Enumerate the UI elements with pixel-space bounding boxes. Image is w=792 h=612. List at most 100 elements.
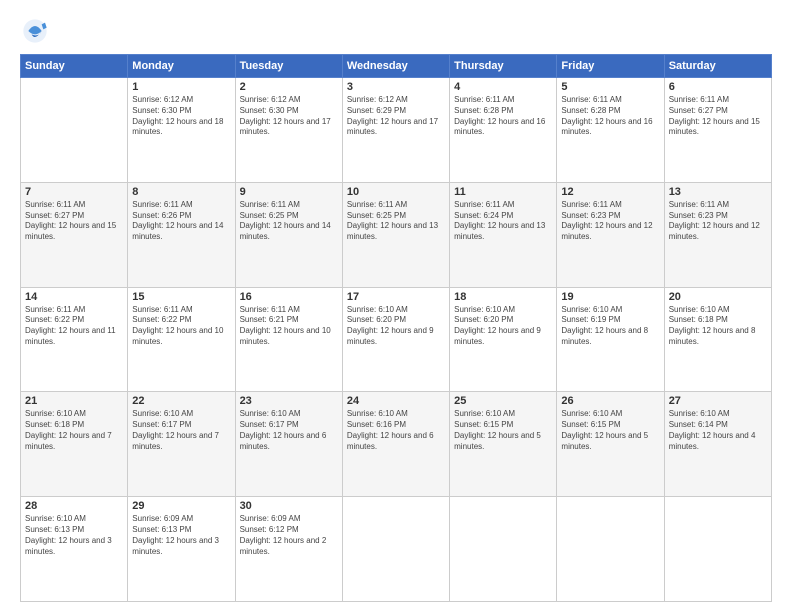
day-number: 8 xyxy=(132,186,230,198)
day-info: Sunrise: 6:09 AMSunset: 6:13 PMDaylight:… xyxy=(132,514,230,557)
day-number: 24 xyxy=(347,395,445,407)
day-info: Sunrise: 6:10 AMSunset: 6:17 PMDaylight:… xyxy=(132,409,230,452)
calendar-header-friday: Friday xyxy=(557,55,664,78)
day-info: Sunrise: 6:12 AMSunset: 6:29 PMDaylight:… xyxy=(347,95,445,138)
day-info: Sunrise: 6:11 AMSunset: 6:24 PMDaylight:… xyxy=(454,200,552,243)
day-info: Sunrise: 6:12 AMSunset: 6:30 PMDaylight:… xyxy=(240,95,338,138)
day-info: Sunrise: 6:11 AMSunset: 6:23 PMDaylight:… xyxy=(669,200,767,243)
day-info: Sunrise: 6:10 AMSunset: 6:16 PMDaylight:… xyxy=(347,409,445,452)
calendar-header-thursday: Thursday xyxy=(450,55,557,78)
day-info: Sunrise: 6:09 AMSunset: 6:12 PMDaylight:… xyxy=(240,514,338,557)
day-number: 25 xyxy=(454,395,552,407)
calendar-cell: 4 Sunrise: 6:11 AMSunset: 6:28 PMDaylight… xyxy=(450,78,557,183)
day-number: 23 xyxy=(240,395,338,407)
day-info: Sunrise: 6:10 AMSunset: 6:20 PMDaylight:… xyxy=(454,305,552,348)
calendar-header-saturday: Saturday xyxy=(664,55,771,78)
day-info: Sunrise: 6:11 AMSunset: 6:27 PMDaylight:… xyxy=(25,200,123,243)
calendar-cell: 15 Sunrise: 6:11 AMSunset: 6:22 PMDayligh… xyxy=(128,287,235,392)
day-info: Sunrise: 6:11 AMSunset: 6:22 PMDaylight:… xyxy=(25,305,123,348)
day-number: 16 xyxy=(240,291,338,303)
day-number: 27 xyxy=(669,395,767,407)
logo-icon xyxy=(20,16,50,46)
calendar-cell: 13 Sunrise: 6:11 AMSunset: 6:23 PMDayligh… xyxy=(664,182,771,287)
day-info: Sunrise: 6:10 AMSunset: 6:15 PMDaylight:… xyxy=(454,409,552,452)
calendar-cell: 2 Sunrise: 6:12 AMSunset: 6:30 PMDaylight… xyxy=(235,78,342,183)
day-info: Sunrise: 6:11 AMSunset: 6:26 PMDaylight:… xyxy=(132,200,230,243)
day-number: 6 xyxy=(669,81,767,93)
day-info: Sunrise: 6:10 AMSunset: 6:20 PMDaylight:… xyxy=(347,305,445,348)
calendar-cell: 14 Sunrise: 6:11 AMSunset: 6:22 PMDayligh… xyxy=(21,287,128,392)
calendar-cell: 18 Sunrise: 6:10 AMSunset: 6:20 PMDayligh… xyxy=(450,287,557,392)
calendar-cell xyxy=(342,497,449,602)
day-number: 7 xyxy=(25,186,123,198)
calendar-cell: 27 Sunrise: 6:10 AMSunset: 6:14 PMDayligh… xyxy=(664,392,771,497)
calendar-cell: 30 Sunrise: 6:09 AMSunset: 6:12 PMDayligh… xyxy=(235,497,342,602)
day-info: Sunrise: 6:11 AMSunset: 6:25 PMDaylight:… xyxy=(347,200,445,243)
day-number: 22 xyxy=(132,395,230,407)
day-info: Sunrise: 6:11 AMSunset: 6:28 PMDaylight:… xyxy=(561,95,659,138)
calendar-cell: 26 Sunrise: 6:10 AMSunset: 6:15 PMDayligh… xyxy=(557,392,664,497)
day-number: 30 xyxy=(240,500,338,512)
calendar-cell xyxy=(21,78,128,183)
calendar-cell: 7 Sunrise: 6:11 AMSunset: 6:27 PMDaylight… xyxy=(21,182,128,287)
calendar-cell: 6 Sunrise: 6:11 AMSunset: 6:27 PMDaylight… xyxy=(664,78,771,183)
day-info: Sunrise: 6:11 AMSunset: 6:27 PMDaylight:… xyxy=(669,95,767,138)
header xyxy=(20,16,772,46)
day-info: Sunrise: 6:10 AMSunset: 6:14 PMDaylight:… xyxy=(669,409,767,452)
day-number: 14 xyxy=(25,291,123,303)
day-number: 5 xyxy=(561,81,659,93)
page: SundayMondayTuesdayWednesdayThursdayFrid… xyxy=(0,0,792,612)
day-number: 17 xyxy=(347,291,445,303)
calendar-week-4: 21Sunrise: 6:10 AMSunset: 6:18 PMDayligh… xyxy=(21,392,772,497)
calendar-cell: 1 Sunrise: 6:12 AMSunset: 6:30 PMDaylight… xyxy=(128,78,235,183)
calendar-cell: 20 Sunrise: 6:10 AMSunset: 6:18 PMDayligh… xyxy=(664,287,771,392)
calendar-cell xyxy=(450,497,557,602)
day-number: 10 xyxy=(347,186,445,198)
day-number: 2 xyxy=(240,81,338,93)
day-info: Sunrise: 6:11 AMSunset: 6:28 PMDaylight:… xyxy=(454,95,552,138)
day-number: 4 xyxy=(454,81,552,93)
day-number: 19 xyxy=(561,291,659,303)
day-info: Sunrise: 6:11 AMSunset: 6:22 PMDaylight:… xyxy=(132,305,230,348)
day-number: 1 xyxy=(132,81,230,93)
day-info: Sunrise: 6:10 AMSunset: 6:17 PMDaylight:… xyxy=(240,409,338,452)
day-info: Sunrise: 6:10 AMSunset: 6:18 PMDaylight:… xyxy=(669,305,767,348)
calendar-cell: 23 Sunrise: 6:10 AMSunset: 6:17 PMDayligh… xyxy=(235,392,342,497)
calendar-cell: 29Sunrise: 6:09 AMSunset: 6:13 PMDayligh… xyxy=(128,497,235,602)
calendar-cell: 10 Sunrise: 6:11 AMSunset: 6:25 PMDayligh… xyxy=(342,182,449,287)
calendar-week-3: 14 Sunrise: 6:11 AMSunset: 6:22 PMDayligh… xyxy=(21,287,772,392)
day-number: 12 xyxy=(561,186,659,198)
day-number: 20 xyxy=(669,291,767,303)
day-info: Sunrise: 6:11 AMSunset: 6:23 PMDaylight:… xyxy=(561,200,659,243)
day-number: 11 xyxy=(454,186,552,198)
day-number: 21 xyxy=(25,395,123,407)
calendar-header-sunday: Sunday xyxy=(21,55,128,78)
day-number: 13 xyxy=(669,186,767,198)
day-info: Sunrise: 6:11 AMSunset: 6:25 PMDaylight:… xyxy=(240,200,338,243)
calendar-table: SundayMondayTuesdayWednesdayThursdayFrid… xyxy=(20,54,772,602)
day-number: 15 xyxy=(132,291,230,303)
calendar-cell: 5 Sunrise: 6:11 AMSunset: 6:28 PMDaylight… xyxy=(557,78,664,183)
calendar-cell: 28 Sunrise: 6:10 AMSunset: 6:13 PMDayligh… xyxy=(21,497,128,602)
calendar-cell: 12 Sunrise: 6:11 AMSunset: 6:23 PMDayligh… xyxy=(557,182,664,287)
calendar-header-row: SundayMondayTuesdayWednesdayThursdayFrid… xyxy=(21,55,772,78)
calendar-week-2: 7 Sunrise: 6:11 AMSunset: 6:27 PMDaylight… xyxy=(21,182,772,287)
day-info: Sunrise: 6:12 AMSunset: 6:30 PMDaylight:… xyxy=(132,95,230,138)
day-info: Sunrise: 6:10 AMSunset: 6:15 PMDaylight:… xyxy=(561,409,659,452)
day-number: 18 xyxy=(454,291,552,303)
calendar-cell: 3Sunrise: 6:12 AMSunset: 6:29 PMDaylight… xyxy=(342,78,449,183)
calendar-cell: 21Sunrise: 6:10 AMSunset: 6:18 PMDayligh… xyxy=(21,392,128,497)
day-number: 28 xyxy=(25,500,123,512)
calendar-header-monday: Monday xyxy=(128,55,235,78)
day-number: 9 xyxy=(240,186,338,198)
calendar-week-5: 28 Sunrise: 6:10 AMSunset: 6:13 PMDayligh… xyxy=(21,497,772,602)
calendar-cell: 22 Sunrise: 6:10 AMSunset: 6:17 PMDayligh… xyxy=(128,392,235,497)
calendar-cell: 8 Sunrise: 6:11 AMSunset: 6:26 PMDaylight… xyxy=(128,182,235,287)
calendar-cell: 19Sunrise: 6:10 AMSunset: 6:19 PMDayligh… xyxy=(557,287,664,392)
logo xyxy=(20,16,54,46)
calendar-header-tuesday: Tuesday xyxy=(235,55,342,78)
day-info: Sunrise: 6:10 AMSunset: 6:13 PMDaylight:… xyxy=(25,514,123,557)
day-number: 26 xyxy=(561,395,659,407)
calendar-cell: 9 Sunrise: 6:11 AMSunset: 6:25 PMDaylight… xyxy=(235,182,342,287)
calendar-week-1: 1 Sunrise: 6:12 AMSunset: 6:30 PMDaylight… xyxy=(21,78,772,183)
